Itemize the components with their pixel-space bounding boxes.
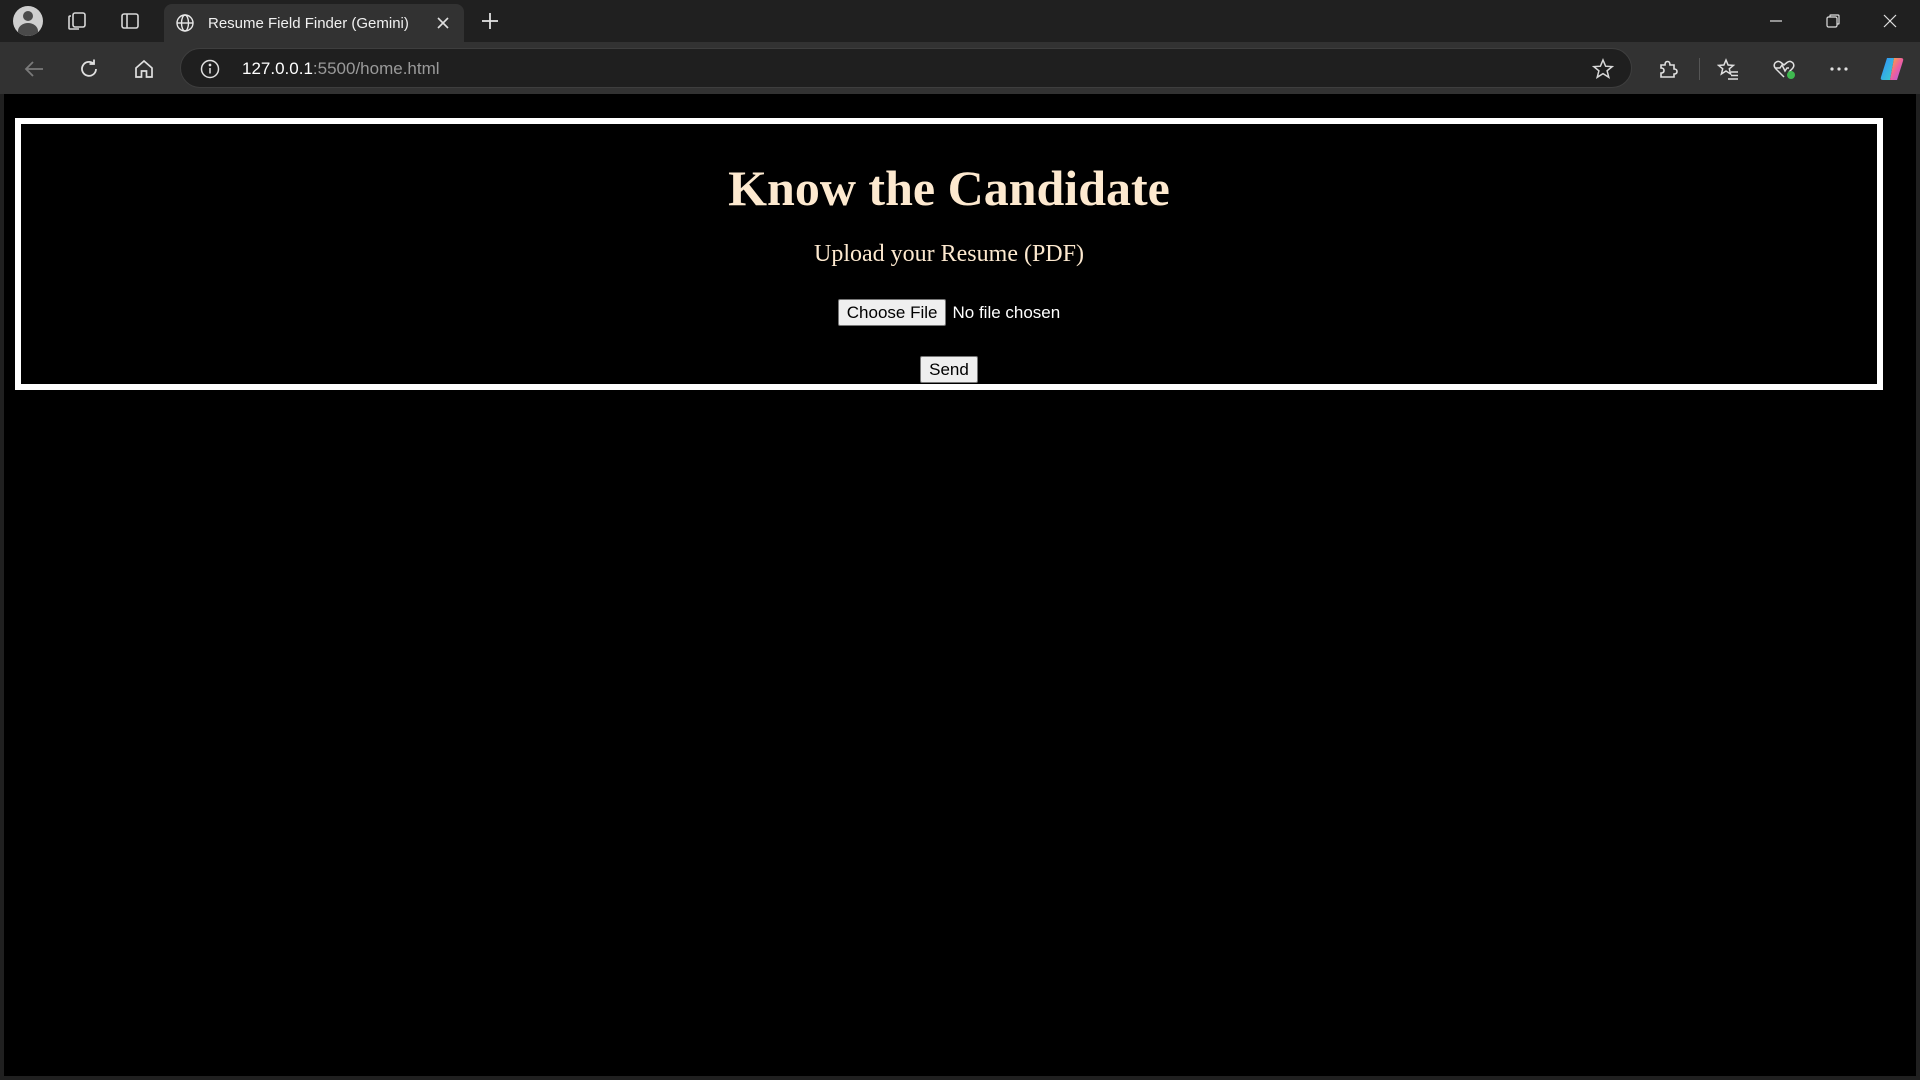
home-button[interactable] xyxy=(126,51,162,87)
page-title: Know the Candidate xyxy=(728,160,1170,216)
browser-tab-strip: Resume Field Finder (Gemini) xyxy=(0,0,1920,42)
favorites-icon xyxy=(1717,58,1738,80)
plus-icon xyxy=(482,13,498,29)
toolbar-divider xyxy=(1699,58,1700,80)
restore-icon xyxy=(1826,14,1840,28)
profile-icon xyxy=(13,6,43,36)
puzzle-icon xyxy=(1660,60,1678,78)
address-url[interactable]: 127.0.0.1:5500/home.html xyxy=(242,59,440,79)
back-arrow-icon xyxy=(24,61,43,77)
choose-file-button[interactable]: Choose File xyxy=(837,299,947,326)
page-viewport: Know the Candidate Upload your Resume (P… xyxy=(4,94,1916,1076)
minimize-icon xyxy=(1770,20,1782,22)
url-host: 127.0.0.1 xyxy=(242,59,313,78)
copilot-button[interactable] xyxy=(1874,51,1910,87)
more-icon xyxy=(1830,67,1848,71)
heart-pulse-icon xyxy=(1773,60,1795,79)
vertical-tabs-button[interactable] xyxy=(108,5,152,37)
minimize-button[interactable] xyxy=(1748,0,1804,42)
resume-file-input[interactable]: Choose File No file chosen xyxy=(21,299,1877,326)
browser-toolbar: 127.0.0.1:5500/home.html xyxy=(0,42,1920,94)
upload-card: Know the Candidate Upload your Resume (P… xyxy=(15,118,1883,390)
refresh-button[interactable] xyxy=(71,51,107,87)
address-bar[interactable]: 127.0.0.1:5500/home.html xyxy=(180,48,1632,88)
file-status-text: No file chosen xyxy=(952,302,1061,322)
favorite-star-icon[interactable] xyxy=(1591,57,1615,81)
close-tab-icon[interactable] xyxy=(432,12,454,34)
send-row: Send xyxy=(21,356,1877,383)
settings-and-more-button[interactable] xyxy=(1821,51,1857,87)
tab-title: Resume Field Finder (Gemini) xyxy=(208,14,409,32)
active-tab[interactable]: Resume Field Finder (Gemini) xyxy=(164,4,464,42)
upload-instruction: Upload your Resume (PDF) xyxy=(814,241,1084,267)
new-tab-button[interactable] xyxy=(468,5,512,37)
close-icon xyxy=(1883,14,1897,28)
extensions-button[interactable] xyxy=(1650,51,1686,87)
workspaces-icon xyxy=(68,12,86,30)
globe-icon xyxy=(174,12,196,34)
send-button[interactable]: Send xyxy=(920,356,978,383)
workspaces-button[interactable] xyxy=(55,5,99,37)
tab-actions-icon xyxy=(121,13,139,29)
home-icon xyxy=(135,59,153,78)
browser-essentials-button[interactable] xyxy=(1766,51,1802,87)
profile-avatar[interactable] xyxy=(6,5,50,37)
copilot-icon xyxy=(1880,58,1904,80)
restore-button[interactable] xyxy=(1805,0,1861,42)
refresh-icon xyxy=(81,59,97,77)
favorites-button[interactable] xyxy=(1710,51,1746,87)
url-path: :5500/home.html xyxy=(312,59,440,78)
back-button[interactable] xyxy=(16,51,52,87)
site-info-icon[interactable] xyxy=(199,58,221,80)
close-window-button[interactable] xyxy=(1862,0,1918,42)
